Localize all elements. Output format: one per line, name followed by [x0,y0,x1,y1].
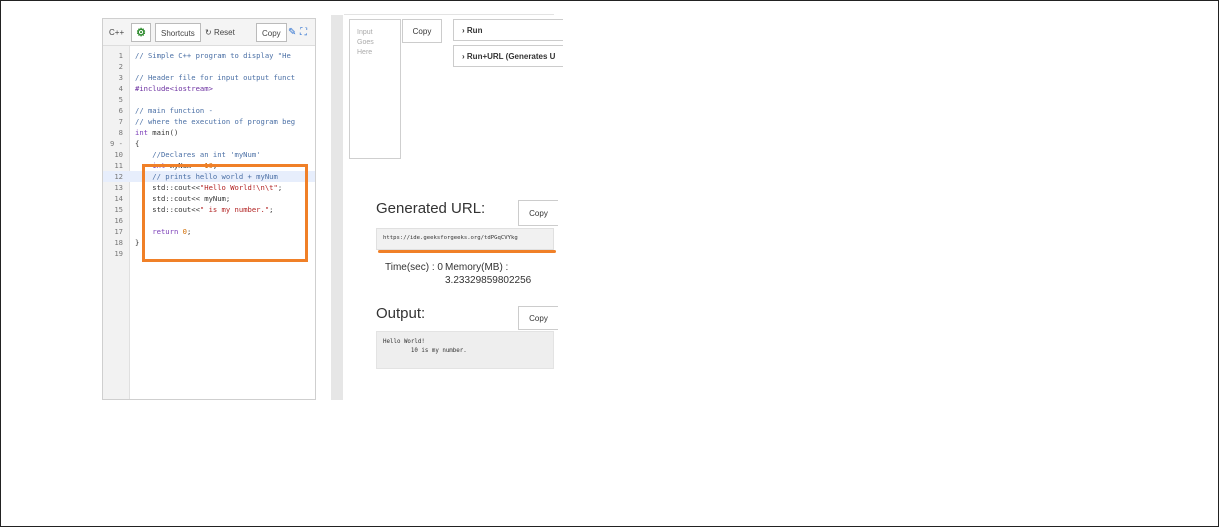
code-line[interactable]: 8 int main() [103,127,315,138]
line-number: 5 [118,95,123,104]
run-button[interactable]: › Run [453,19,563,41]
line-number: 10 [114,150,123,159]
output-text: Hello World! 10 is my number. [383,339,467,354]
memory-value: 3.23329859802256 [445,275,532,286]
code-text: //Declares an int 'myNum' [135,150,261,159]
run-url-label: Run+URL (Generates U [466,52,556,61]
line-number: 19 [114,249,123,258]
line-number: 7 [118,117,123,126]
reset-label: Reset [213,28,235,37]
line-number: 4 [118,84,123,93]
code-text: { [135,139,140,148]
shortcuts-button[interactable]: Shortcuts [155,23,201,42]
generated-url-title: Generated URL: [376,200,486,217]
code-line[interactable]: 5 [103,94,315,105]
top-border [344,14,554,15]
generated-url-text: https://ide.geeksforgeeks.org/tdPGqCVYkg [383,235,518,241]
line-number: 11 [114,161,123,170]
line-number: 3 [118,73,123,82]
reset-button[interactable]: ↻ Reset [205,23,235,42]
settings-button[interactable]: ⚙ [131,23,151,42]
code-line[interactable]: 6 // main function - [103,105,315,116]
line-number: 13 [114,183,123,192]
line-number: 12 [114,172,123,181]
run-url-button[interactable]: › Run+URL (Generates U [453,45,563,67]
copy-url-button[interactable]: Copy [518,200,558,226]
code-text: #include<iostream> [135,84,213,93]
language-select[interactable]: C++ [109,23,124,42]
highlight-box [142,164,308,262]
copy-code-button[interactable]: Copy [256,23,287,42]
memory-label: Memory(MB) : [445,262,509,273]
code-line[interactable]: 3 // Header file for input output funct [103,72,315,83]
line-number: 15 [114,205,123,214]
line-number: 18 [114,238,123,247]
line-number: 2 [118,62,123,71]
code-line[interactable]: 7 // where the execution of program beg [103,116,315,127]
code-text: // main function - [135,106,213,115]
code-text: // Header file for input output funct [135,73,296,82]
copy-output-button[interactable]: Copy [518,306,558,330]
output-title: Output: [376,305,426,322]
line-number: 17 [114,227,123,236]
stdin-input[interactable]: Input Goes Here [349,19,401,159]
reset-icon: ↻ [205,28,212,37]
time-stat: Time(sec) : 0 [385,262,443,273]
line-number: 16 [114,216,123,225]
generated-url-field[interactable]: https://ide.geeksforgeeks.org/tdPGqCVYkg [376,228,554,250]
expand-icon[interactable]: ⛶ [300,23,307,42]
code-text: // Simple C++ program to display "He [135,51,291,60]
pane-divider[interactable] [331,15,343,400]
line-number: 8 [118,128,123,137]
gear-icon: ⚙ [136,27,146,39]
code-text: int main() [135,128,179,137]
line-number: 6 [118,106,123,115]
line-number: 14 [114,194,123,203]
copy-input-button[interactable]: Copy [402,19,442,43]
line-number: 9 - [110,139,123,148]
code-line[interactable]: 1 // Simple C++ program to display "He [103,50,315,61]
chevron-right-icon: › [462,52,465,61]
code-line[interactable]: 9 - { [103,138,315,149]
chevron-right-icon: › [462,26,465,35]
stdin-placeholder: Input Goes Here [357,29,374,56]
pencil-icon[interactable]: ✎ [288,23,296,42]
line-number: 1 [118,51,123,60]
code-line[interactable]: 10 //Declares an int 'myNum' [103,149,315,160]
code-line[interactable]: 4 #include<iostream> [103,83,315,94]
code-text: // where the execution of program beg [135,117,296,126]
url-underline [378,250,556,253]
run-label: Run [466,26,483,35]
output-box: Hello World! 10 is my number. [376,331,554,369]
editor-toolbar: C++ ⚙ Shortcuts ↻ Reset Copy ✎ ⛶ [103,19,315,46]
code-line[interactable]: 2 [103,61,315,72]
